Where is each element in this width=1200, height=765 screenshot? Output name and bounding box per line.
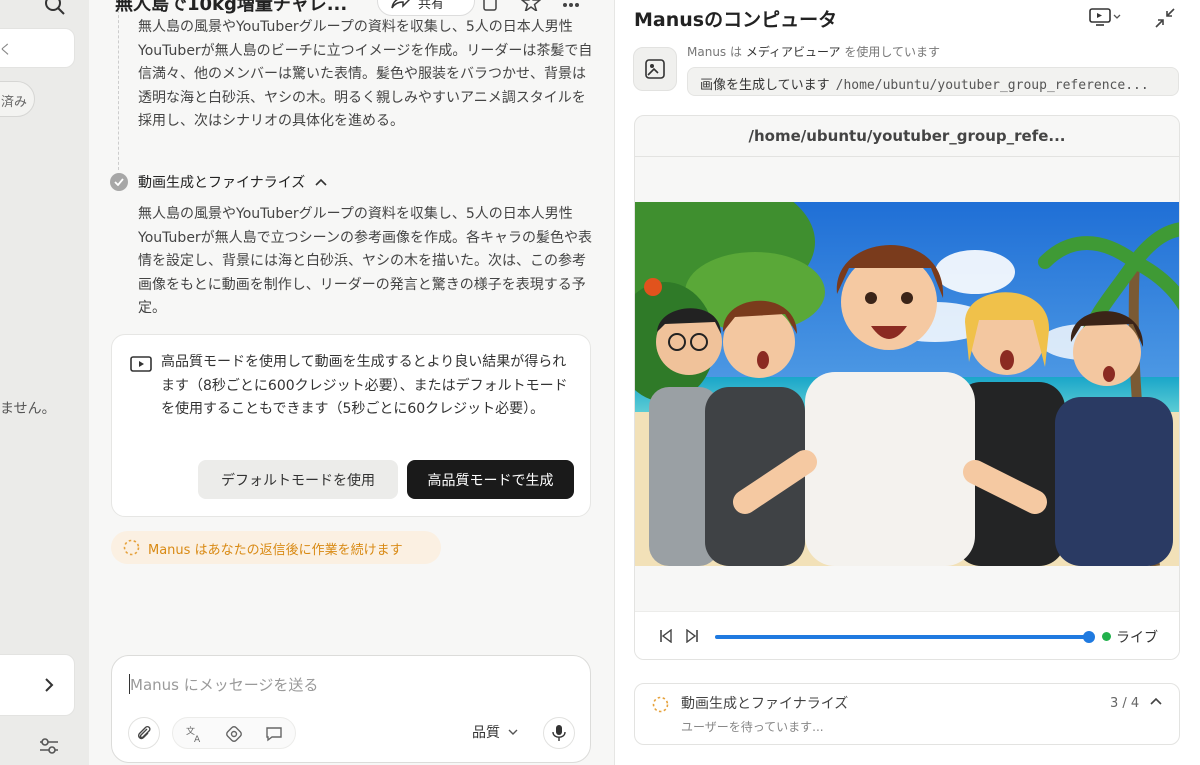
- share-icon: [391, 0, 410, 9]
- task-step-count: 3 / 4: [1110, 696, 1140, 711]
- use-default-mode-button[interactable]: デフォルトモードを使用: [198, 460, 398, 499]
- notice-text: 高品質モードを使用して動画を生成するとより良い結果が得られます（8秒ごとに600…: [161, 354, 568, 417]
- loading-spinner-icon: [652, 696, 669, 713]
- settings-sliders-icon[interactable]: [38, 736, 60, 760]
- composer-tool-group: 文A: [172, 717, 296, 749]
- file-icon[interactable]: [481, 0, 499, 16]
- quality-dropdown[interactable]: 品質: [472, 722, 518, 742]
- collapse-panel-button[interactable]: [1154, 7, 1176, 33]
- task-progress-card[interactable]: 動画生成とファイナライズ ユーザーを待っています... 3 / 4: [634, 683, 1180, 745]
- chevron-up-icon: [315, 178, 327, 186]
- skip-back-icon[interactable]: [659, 629, 673, 643]
- quality-notice-card: 高品質モードを使用して動画を生成するとより良い結果が得られます（8秒ごとに600…: [111, 334, 591, 517]
- tool-path: /home/ubuntu/youtuber_group_reference...: [835, 78, 1149, 93]
- share-button[interactable]: 共有: [377, 0, 475, 16]
- collapse-icon: [1155, 8, 1175, 28]
- sidebar-empty-text: ません。: [0, 401, 56, 417]
- tool-action: 画像を生成しています: [700, 78, 830, 93]
- tool-caption: Manus は メディアビューア を使用しています: [687, 45, 940, 59]
- sidebar-filter-chip[interactable]: 済み: [0, 81, 35, 117]
- step-label: 動画生成とファイナライズ: [138, 175, 306, 191]
- loading-spinner-icon: [123, 539, 140, 556]
- translate-icon[interactable]: 文A: [185, 725, 205, 747]
- message-composer[interactable]: Manus にメッセージを送る 文A 品質: [111, 655, 591, 763]
- microphone-icon: [552, 725, 566, 741]
- microphone-button[interactable]: [543, 717, 575, 749]
- chat-title: 無人島で10kg増量チャレ...: [115, 0, 348, 15]
- image-icon: [645, 59, 665, 79]
- connector-icon[interactable]: [225, 725, 243, 747]
- playback-knob[interactable]: [1083, 631, 1095, 643]
- video-icon: [130, 355, 152, 377]
- live-label[interactable]: ライブ: [1116, 627, 1158, 647]
- tool-name: メディアビューア: [745, 45, 841, 59]
- paperclip-icon: [137, 725, 151, 740]
- generated-image: [635, 202, 1179, 566]
- skip-forward-icon[interactable]: [685, 629, 699, 643]
- live-indicator-dot: [1102, 632, 1111, 641]
- attach-button[interactable]: [128, 717, 160, 749]
- sidebar-promo-card[interactable]: [0, 654, 75, 716]
- step-header[interactable]: 動画生成とファイナライズ: [110, 171, 327, 193]
- panel-title: Manusのコンピュータ: [634, 9, 838, 31]
- star-icon[interactable]: [520, 0, 542, 15]
- monitor-icon: [1089, 8, 1121, 26]
- chevron-down-icon: [508, 729, 518, 735]
- tool-command: 画像を生成しています/home/ubuntu/youtuber_group_re…: [687, 67, 1179, 96]
- media-viewer-tool-icon: [633, 47, 677, 91]
- waiting-status-pill: Manus はあなたの返信後に作業を続けます: [111, 531, 441, 564]
- monitor-view-toggle[interactable]: [1089, 7, 1121, 31]
- chevron-right-icon: [45, 678, 54, 692]
- playback-slider[interactable]: [715, 631, 1095, 643]
- chat-bubble-icon[interactable]: [265, 725, 283, 747]
- task-status: ユーザーを待っています...: [681, 720, 824, 734]
- chevron-up-icon[interactable]: [1150, 697, 1162, 705]
- playback-controls: ライブ: [635, 611, 1179, 659]
- message-input[interactable]: Manus にメッセージを送る: [130, 674, 318, 695]
- step-summary-1: 無人島の風景やYouTuberグループの資料を収集し、5人の日本人男性YouTu…: [138, 19, 593, 129]
- computer-panel: Manusのコンピュータ Manus は メディアビューア を使用しています 画…: [614, 0, 1200, 765]
- step-summary-2: 無人島の風景やYouTuberグループの資料を収集し、5人の日本人男性YouTu…: [138, 206, 592, 316]
- sidebar: く 済み ません。: [0, 0, 89, 765]
- search-icon[interactable]: [44, 0, 66, 16]
- viewer-file-title: /home/ubuntu/youtuber_group_refe...: [635, 116, 1179, 157]
- check-icon: [110, 173, 128, 191]
- chat-column: 無人島で10kg増量チャレ... 共有 無人島の風景やYouTuberグループの…: [89, 0, 614, 765]
- svg-text:A: A: [194, 735, 201, 743]
- generate-high-quality-button[interactable]: 高品質モードで生成: [407, 460, 574, 499]
- sidebar-search-input[interactable]: く: [0, 28, 75, 68]
- timeline-line: [118, 10, 119, 170]
- media-viewer: /home/ubuntu/youtuber_group_refe... ライブ: [634, 115, 1180, 660]
- playback-progress: [715, 635, 1089, 639]
- more-icon[interactable]: [562, 0, 580, 15]
- task-title: 動画生成とファイナライズ: [681, 696, 849, 712]
